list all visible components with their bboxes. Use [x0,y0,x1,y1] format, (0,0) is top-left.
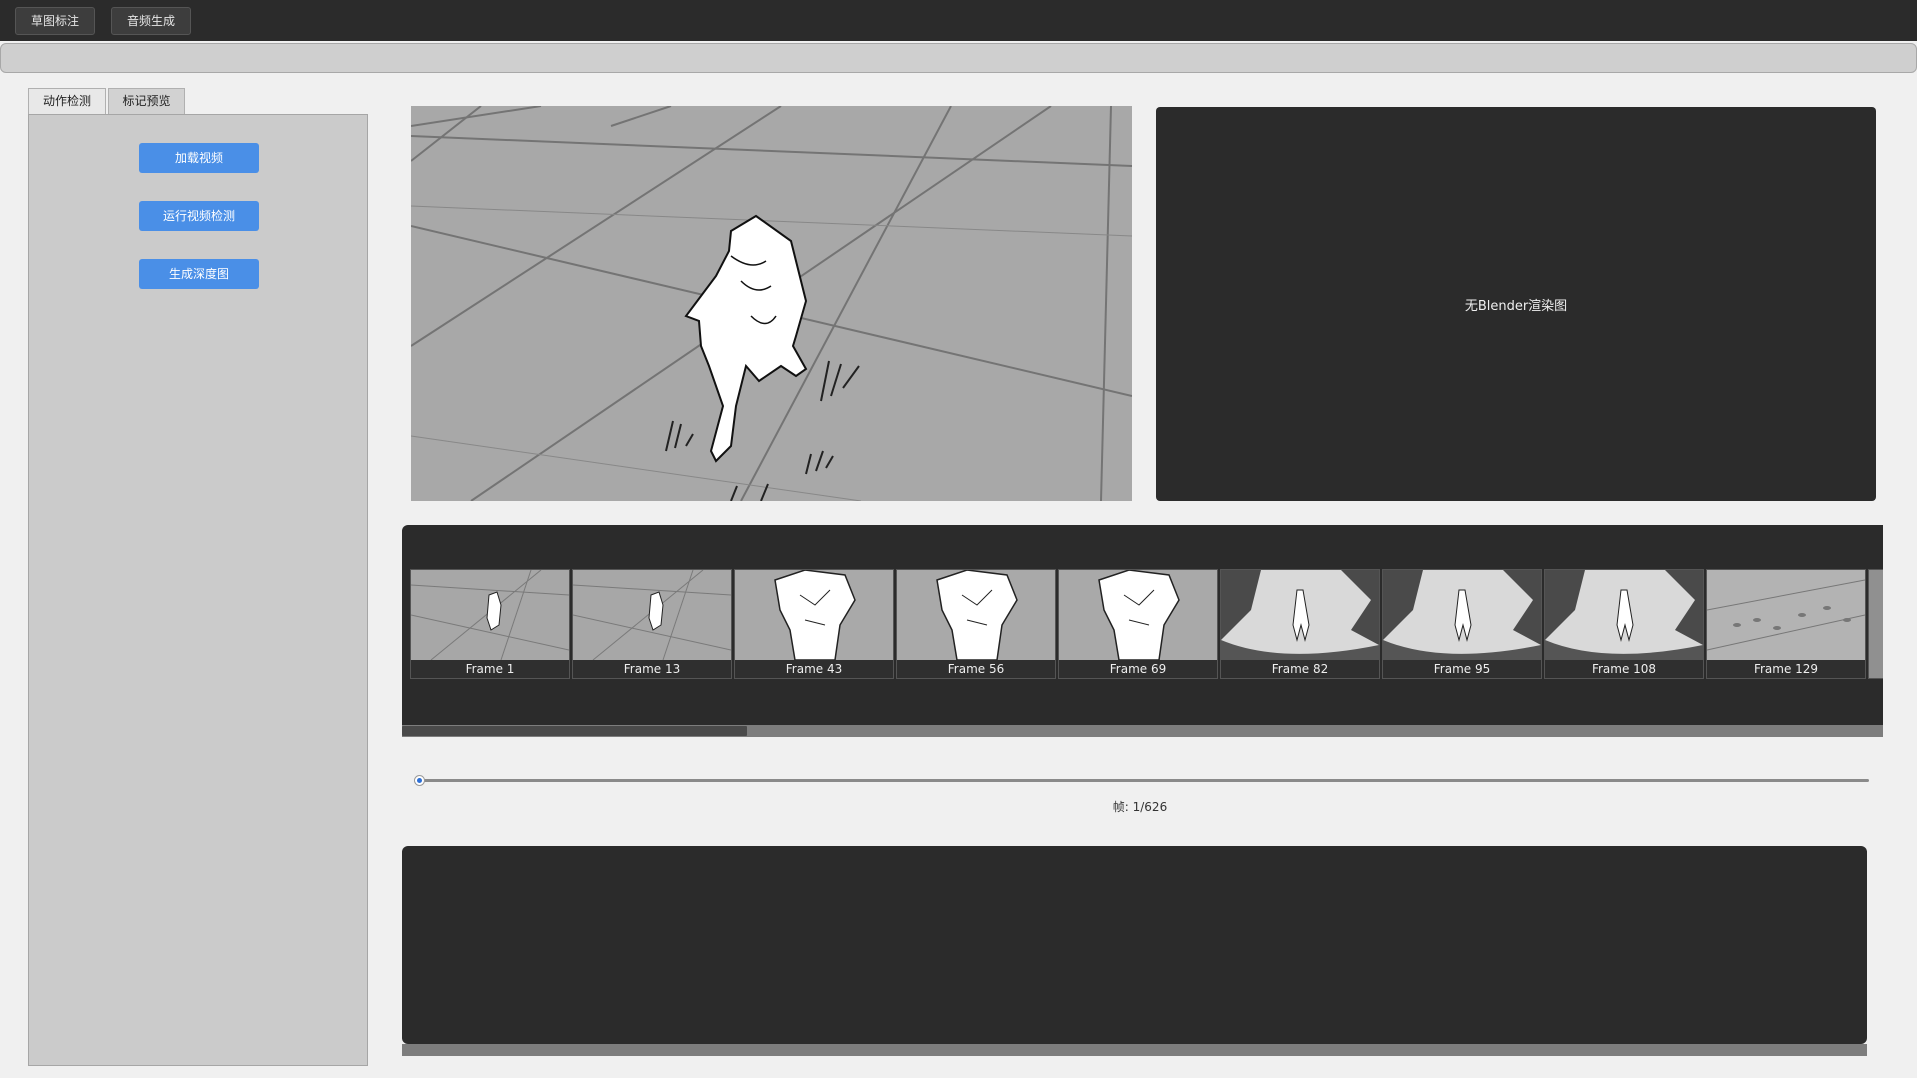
thumbnail-label: Frame 13 [573,660,731,678]
thumbnail-label: Frame 56 [897,660,1055,678]
sketch-frame-image [411,106,1132,501]
thumbnail-image [1383,570,1541,660]
load-video-button[interactable]: 加载视频 [139,143,259,173]
thumbnail-label: Frame 95 [1383,660,1541,678]
generate-depth-map-button[interactable]: 生成深度图 [139,259,259,289]
timeline-thumbnail[interactable]: Frame 13 [572,569,732,679]
thumbnail-image [1059,570,1217,660]
audio-generation-button[interactable]: 音频生成 [111,7,191,35]
tab-marker-preview[interactable]: 标记预览 [108,88,185,114]
tab-action-detection[interactable]: 动作检测 [28,88,106,114]
thumbnail-strip: Frame 1 Frame 13 Frame 43 Frame 56 Frame 69 F… [410,569,1883,681]
sketch-annotation-button[interactable]: 草图标注 [15,7,95,35]
timeline-scrollbar-handle[interactable] [402,726,747,736]
timeline-thumbnail[interactable]: Frame 69 [1058,569,1218,679]
thumbnail-label: Frame 82 [1221,660,1379,678]
thumbnail-image [735,570,893,660]
frame-timeline: Frame 1 Frame 13 Frame 43 Frame 56 Frame 69 F… [402,525,1883,737]
video-frame-viewer [411,106,1132,501]
thumbnail-image [411,570,569,660]
frame-slider-track[interactable] [418,779,1869,782]
timeline-thumbnail[interactable]: Frame 56 [896,569,1056,679]
output-panel-scrollbar[interactable] [402,1044,1867,1056]
thumbnail-image [1707,570,1865,660]
timeline-thumbnail[interactable]: Frame 95 [1382,569,1542,679]
render-placeholder-text: 无Blender渲染图 [1464,298,1568,314]
thumbnail-label: Frame 129 [1707,660,1865,678]
top-toolbar: 草图标注 音频生成 [0,0,1917,41]
frame-counter: 帧: 1/626 [1112,800,1168,814]
thumbnail-image [897,570,1055,660]
run-video-detection-button[interactable]: 运行视频检测 [139,201,259,231]
timeline-thumbnail-partial[interactable] [1868,569,1883,679]
thumbnail-image [1545,570,1703,660]
toolbar-strip [0,43,1917,73]
timeline-thumbnail[interactable]: Frame 82 [1220,569,1380,679]
thumbnail-label: Frame 69 [1059,660,1217,678]
timeline-thumbnail[interactable]: Frame 108 [1544,569,1704,679]
thumbnail-label: Frame 43 [735,660,893,678]
timeline-thumbnail[interactable]: Frame 129 [1706,569,1866,679]
timeline-scrollbar[interactable] [402,725,1883,737]
thumbnail-image [573,570,731,660]
timeline-thumbnail[interactable]: Frame 1 [410,569,570,679]
detection-output-panel [402,846,1867,1044]
thumbnail-label: Frame 1 [411,660,569,678]
thumbnail-image [1221,570,1379,660]
side-panel: 加载视频 运行视频检测 生成深度图 [28,114,368,1066]
frame-slider-handle[interactable] [414,775,425,786]
timeline-thumbnail[interactable]: Frame 43 [734,569,894,679]
blender-render-viewer: 无Blender渲染图 [1156,107,1876,501]
thumbnail-label: Frame 108 [1545,660,1703,678]
